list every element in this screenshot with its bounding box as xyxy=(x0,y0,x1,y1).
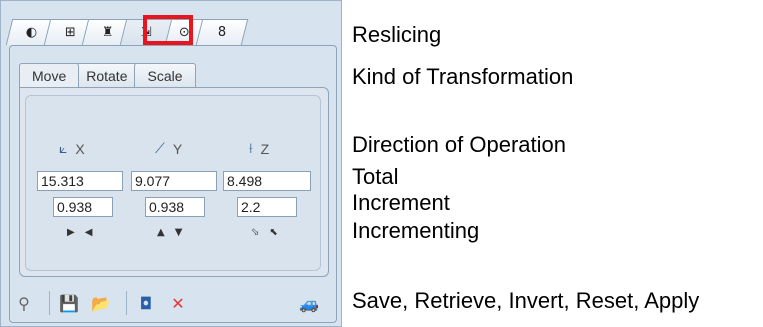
axis-z-label: ⟊ Z xyxy=(249,141,270,157)
toolbar-separator xyxy=(126,291,127,315)
total-caption: Total xyxy=(352,164,399,189)
pin-icon: 8 xyxy=(217,25,227,40)
y-decrease-arrow[interactable]: ▼ xyxy=(175,227,183,238)
pin-button[interactable]: ⚲ xyxy=(11,290,37,316)
increment-z-field[interactable]: 2.2 xyxy=(237,197,297,217)
tab-rotate[interactable]: Rotate xyxy=(73,63,141,87)
reslicing-caption: Reslicing xyxy=(352,22,442,47)
z-decrease-arrow[interactable]: ⬉ xyxy=(269,227,277,238)
y-increase-arrow[interactable]: ▲ xyxy=(157,227,165,238)
toolbar-separator xyxy=(49,291,50,315)
grid-icon: ⊞ xyxy=(64,25,76,40)
top-tab-strip: ◐ ⊞ ♜ ⇲ ⊙ 8 xyxy=(5,19,249,45)
axis-x-icon: ⟀ xyxy=(59,141,68,157)
increment-y-field[interactable]: 0.938 xyxy=(145,197,205,217)
axis-x-label: ⟀ X xyxy=(59,141,85,157)
reset-button[interactable]: ✕ xyxy=(165,290,191,316)
contrast-icon: ◐ xyxy=(26,25,38,40)
kind-caption: Kind of Transformation xyxy=(352,64,574,89)
apply-button[interactable]: 🚙 xyxy=(289,290,329,316)
active-tab-highlight xyxy=(143,15,193,45)
figure-icon: ♜ xyxy=(102,25,114,40)
close-icon: ✕ xyxy=(171,293,185,313)
tab-scale[interactable]: Scale xyxy=(134,63,196,87)
actions-caption: Save, Retrieve, Invert, Reset, Apply xyxy=(352,288,700,313)
tab-move[interactable]: Move xyxy=(19,63,80,87)
total-x-field[interactable]: 15.313 xyxy=(37,171,123,191)
z-increase-arrow[interactable]: ⬂ xyxy=(251,227,259,238)
invert-button[interactable]: ◘ xyxy=(133,290,159,316)
total-y-field[interactable]: 9.077 xyxy=(131,171,217,191)
y-incrementing-arrows: ▲ ▼ xyxy=(157,227,182,238)
increment-x-field[interactable]: 0.938 xyxy=(53,197,113,217)
transformation-panel: ◐ ⊞ ♜ ⇲ ⊙ 8 Move Rotate Scale ⟀ X ⟋ Y ⟊ … xyxy=(0,0,342,327)
axis-z-icon: ⟊ xyxy=(249,141,253,157)
invert-icon: ◘ xyxy=(139,293,153,313)
direction-caption: Direction of Operation xyxy=(352,132,566,157)
folder-open-icon: 📂 xyxy=(91,293,111,313)
axis-y-icon: ⟋ xyxy=(155,141,165,157)
retrieve-button[interactable]: 📂 xyxy=(88,290,114,316)
pin-icon: ⚲ xyxy=(18,293,30,313)
incrementing-caption: Incrementing xyxy=(352,218,480,243)
save-button[interactable]: 💾 xyxy=(56,290,82,316)
action-toolbar: ⚲ 💾 📂 ◘ ✕ 🚙 xyxy=(11,285,337,321)
tab-pin[interactable]: 8 xyxy=(195,19,249,45)
x-increase-arrow[interactable]: ▶ xyxy=(67,227,75,238)
apply-icon: 🚙 xyxy=(299,293,319,313)
z-incrementing-arrows: ⬂ ⬉ xyxy=(251,227,278,238)
sub-tab-strip: Move Rotate Scale xyxy=(19,63,196,87)
save-icon: 💾 xyxy=(59,293,79,313)
increment-caption: Increment xyxy=(352,190,450,215)
axis-y-label: ⟋ Y xyxy=(155,141,183,157)
x-incrementing-arrows: ▶ ◀ xyxy=(67,227,92,238)
total-z-field[interactable]: 8.498 xyxy=(223,171,311,191)
x-decrease-arrow[interactable]: ◀ xyxy=(85,227,93,238)
